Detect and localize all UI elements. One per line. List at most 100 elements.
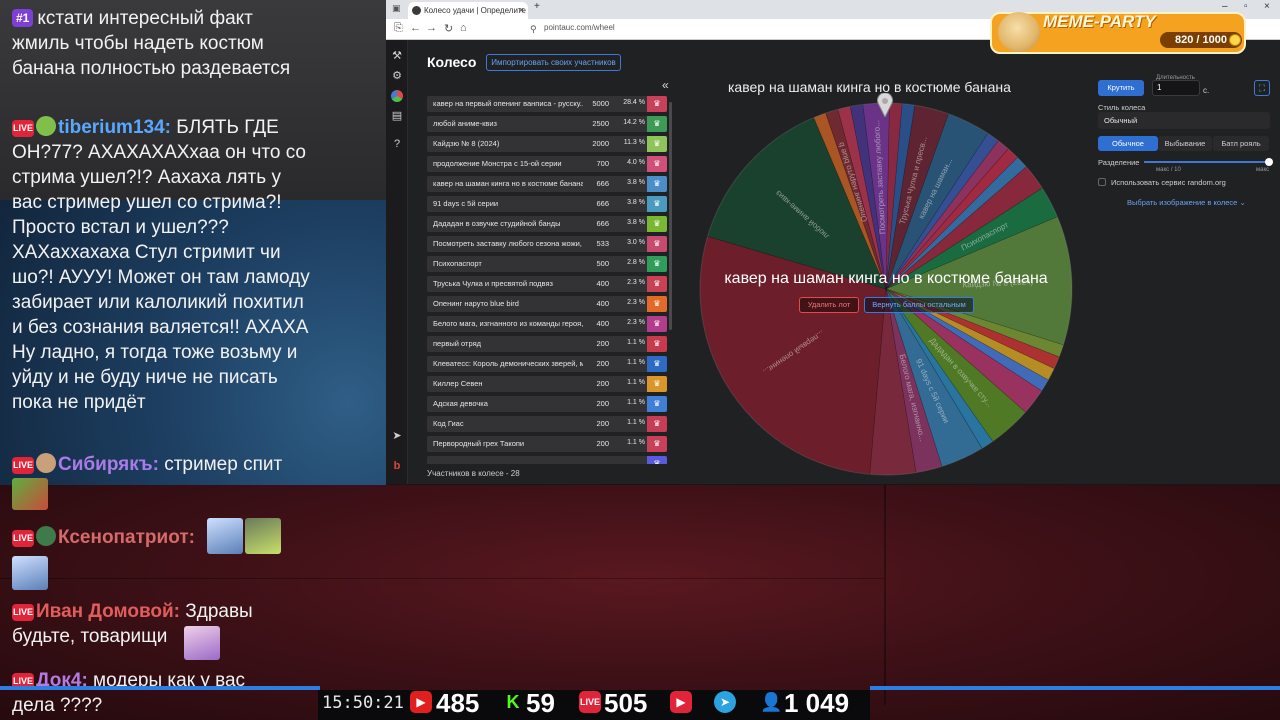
split-slider-knob[interactable]: [1265, 158, 1273, 166]
tab-title: Колесо удачи | Определите ло: [424, 6, 528, 15]
fullscreen-icon[interactable]: ⛶: [1254, 80, 1270, 96]
help-icon[interactable]: ?: [391, 138, 403, 150]
delete-lot-button[interactable]: Удалить лот: [799, 297, 859, 313]
lot-amount: 2500: [592, 119, 609, 128]
lot-color-chip[interactable]: ♛: [647, 396, 667, 412]
lot-row[interactable]: Труська Чулка и пресвятой подвяз 400 2.3 %…: [427, 276, 667, 292]
lot-row[interactable]: ♛: [427, 456, 667, 464]
url-text[interactable]: pointauc.com/wheel: [544, 23, 615, 32]
lot-color-chip[interactable]: ♛: [647, 96, 667, 112]
reload-icon[interactable]: ↻: [444, 22, 453, 35]
list-scrollbar[interactable]: [669, 102, 672, 330]
lot-color-chip[interactable]: ♛: [647, 276, 667, 292]
lot-color-chip[interactable]: ♛: [647, 296, 667, 312]
lot-color-chip[interactable]: ♛: [647, 356, 667, 372]
lot-color-chip[interactable]: ♛: [647, 316, 667, 332]
lot-amount: 200: [596, 339, 609, 348]
lot-name: Адская девочка: [433, 399, 488, 408]
lot-row[interactable]: Клеватесс: Король демонических зверей, м…: [427, 356, 667, 372]
wheel-style-select[interactable]: Обычный: [1098, 112, 1270, 129]
home-icon[interactable]: ⌂: [460, 22, 467, 34]
spin-button[interactable]: Крутить: [1098, 80, 1144, 96]
lot-percent: 3.8 %: [627, 179, 645, 186]
lot-amount: 400: [596, 279, 609, 288]
choose-image-text: Выбрать изображение в колесе: [1127, 198, 1238, 207]
lot-row[interactable]: Дададан в озвучке студийной банды 666 3.8 …: [427, 216, 667, 232]
close-tab-icon[interactable]: ×: [519, 2, 524, 19]
fortune-wheel[interactable]: ...первый опенинг...любой аниме-квизОпен…: [697, 100, 1075, 478]
settings-icon[interactable]: ⚙: [391, 70, 403, 82]
lot-percent: 2.3 %: [627, 279, 645, 286]
mode-battle-royale-tab[interactable]: Батл рояль: [1213, 136, 1269, 151]
tab-wheel[interactable]: Колесо удачи | Определите ло ×: [408, 2, 528, 19]
lot-row[interactable]: кавер на шаман кинга но в костюме банана…: [427, 176, 667, 192]
lot-percent: 1.1 %: [627, 379, 645, 386]
site-info-icon[interactable]: ⚲: [530, 24, 537, 35]
lot-name: кавер на первый опенинг ванписа - русску…: [433, 99, 583, 108]
collapse-list-icon[interactable]: «: [662, 78, 669, 92]
boosty-icon[interactable]: b: [391, 460, 403, 472]
lot-color-chip[interactable]: ♛: [647, 216, 667, 232]
return-points-button[interactable]: Вернуть баллы остальным: [864, 297, 974, 313]
lot-name: кавер на шаман кинга но в костюме банана: [433, 179, 583, 188]
choose-image-link[interactable]: Выбрать изображение в колесе ⌄: [1127, 198, 1246, 207]
lot-row[interactable]: любой аниме-квиз 2500 14.2 % ♛: [427, 116, 667, 132]
lot-amount: 666: [596, 219, 609, 228]
lot-row[interactable]: Первородный грех Такопи 200 1.1 % ♛: [427, 436, 667, 452]
lot-name: Психопаспорт: [433, 259, 482, 268]
minimize-icon[interactable]: –: [1222, 1, 1228, 12]
lot-name: Клеватесс: Король демонических зверей, м…: [433, 359, 583, 368]
lot-amount: 500: [596, 259, 609, 268]
sidebar-toggle-icon[interactable]: ⎘: [394, 22, 403, 35]
emote-icon: [12, 556, 48, 590]
lot-color-chip[interactable]: ♛: [647, 116, 667, 132]
lot-row[interactable]: Код Гиас 200 1.1 % ♛: [427, 416, 667, 432]
lot-row[interactable]: продолжение Монстра с 15-ой серии 700 4.0 …: [427, 156, 667, 172]
lot-color-chip[interactable]: ♛: [647, 136, 667, 152]
forward-icon[interactable]: →: [426, 22, 437, 34]
lot-name: Первородный грех Такопи: [433, 439, 525, 448]
duration-input[interactable]: 1: [1152, 80, 1200, 96]
lot-row[interactable]: Адская девочка 200 1.1 % ♛: [427, 396, 667, 412]
lot-color-chip[interactable]: ♛: [647, 376, 667, 392]
lot-color-chip[interactable]: ♛: [647, 416, 667, 432]
tab-menu-icon[interactable]: ▣: [392, 3, 401, 14]
lot-row[interactable]: первый отряд 200 1.1 % ♛: [427, 336, 667, 352]
lot-color-chip[interactable]: ♛: [647, 196, 667, 212]
lot-color-chip[interactable]: ♛: [647, 176, 667, 192]
lot-row[interactable]: Психопаспорт 500 2.8 % ♛: [427, 256, 667, 272]
lot-row[interactable]: Посмотреть заставку любого сезона жожи, …: [427, 236, 667, 252]
back-icon[interactable]: ←: [410, 22, 421, 34]
random-org-checkbox[interactable]: [1098, 178, 1106, 186]
lot-name: 91 days с 5й серии: [433, 199, 499, 208]
lot-color-chip[interactable]: ♛: [647, 236, 667, 252]
telegram-icon[interactable]: ➤: [391, 430, 403, 442]
avatar: [36, 453, 56, 473]
lot-amount: 700: [596, 159, 609, 168]
lot-percent: 3.0 %: [627, 239, 645, 246]
lot-color-chip[interactable]: ♛: [647, 456, 667, 464]
lot-row[interactable]: 91 days с 5й серии 666 3.8 % ♛: [427, 196, 667, 212]
lot-percent: 2.3 %: [627, 299, 645, 306]
total-viewers: 1 049: [784, 688, 850, 718]
emote-icon: [245, 518, 281, 554]
close-window-icon[interactable]: ×: [1264, 1, 1270, 12]
viewers-icon: 👤: [760, 692, 783, 712]
mode-elimination-tab[interactable]: Выбывание: [1158, 136, 1212, 151]
lot-row[interactable]: Кайдзю № 8 (2024) 2000 11.3 % ♛: [427, 136, 667, 152]
lot-color-chip[interactable]: ♛: [647, 256, 667, 272]
mode-normal-tab[interactable]: Обычное: [1098, 136, 1158, 151]
new-tab-icon[interactable]: +: [534, 1, 540, 12]
history-icon[interactable]: ▤: [391, 110, 403, 122]
lot-row[interactable]: Опенинг наруто blue bird 400 2.3 % ♛: [427, 296, 667, 312]
lot-color-chip[interactable]: ♛: [647, 336, 667, 352]
lot-row[interactable]: Белого мага, изгнанного из команды героя…: [427, 316, 667, 332]
lot-row[interactable]: кавер на первый опенинг ванписа - русску…: [427, 96, 667, 112]
wheel-nav-icon[interactable]: [391, 90, 403, 102]
lot-color-chip[interactable]: ♛: [647, 436, 667, 452]
maximize-icon[interactable]: ▫: [1244, 1, 1248, 12]
lot-color-chip[interactable]: ♛: [647, 156, 667, 172]
import-participants-button[interactable]: Импортировать своих участников: [486, 54, 621, 71]
lot-row[interactable]: Киллер Севен 200 1.1 % ♛: [427, 376, 667, 392]
auction-icon[interactable]: ⚒: [391, 50, 403, 62]
